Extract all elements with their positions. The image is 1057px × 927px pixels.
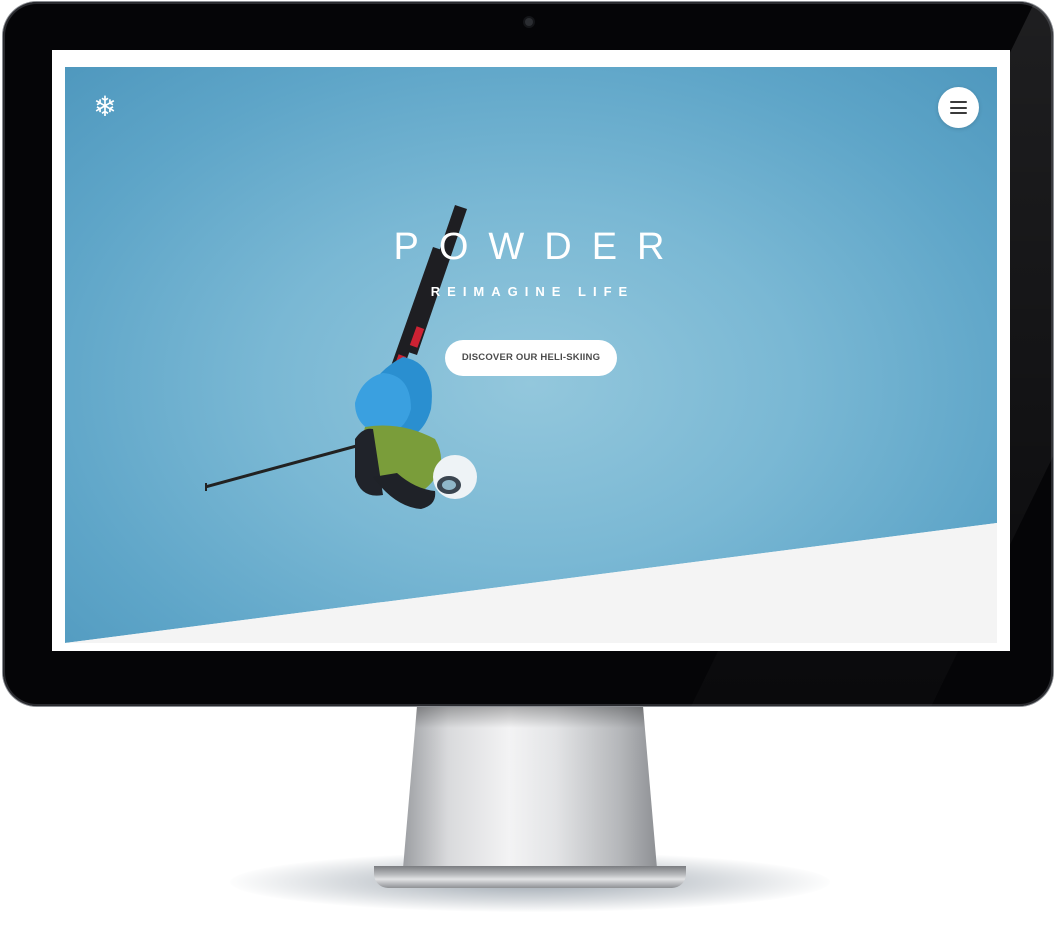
- menu-line: [950, 101, 967, 103]
- screen: ❄ POWDER REIMAGINE LIFE DISCOVER OUR HEL…: [52, 50, 1010, 651]
- discover-heli-skiing-button[interactable]: DISCOVER OUR HELI-SKIING: [445, 340, 617, 376]
- camera-icon: [525, 18, 533, 26]
- menu-line: [950, 106, 967, 109]
- hero-subtitle: REIMAGINE LIFE: [430, 284, 635, 299]
- snowflake-icon[interactable]: ❄: [90, 92, 120, 122]
- hamburger-menu-icon[interactable]: [938, 87, 979, 128]
- monitor-bezel: ❄ POWDER REIMAGINE LIFE DISCOVER OUR HEL…: [3, 2, 1053, 706]
- monitor-stand-base: [374, 866, 686, 888]
- menu-line: [950, 112, 967, 114]
- monitor-stand: [402, 702, 658, 880]
- hero-title: POWDER: [393, 226, 685, 268]
